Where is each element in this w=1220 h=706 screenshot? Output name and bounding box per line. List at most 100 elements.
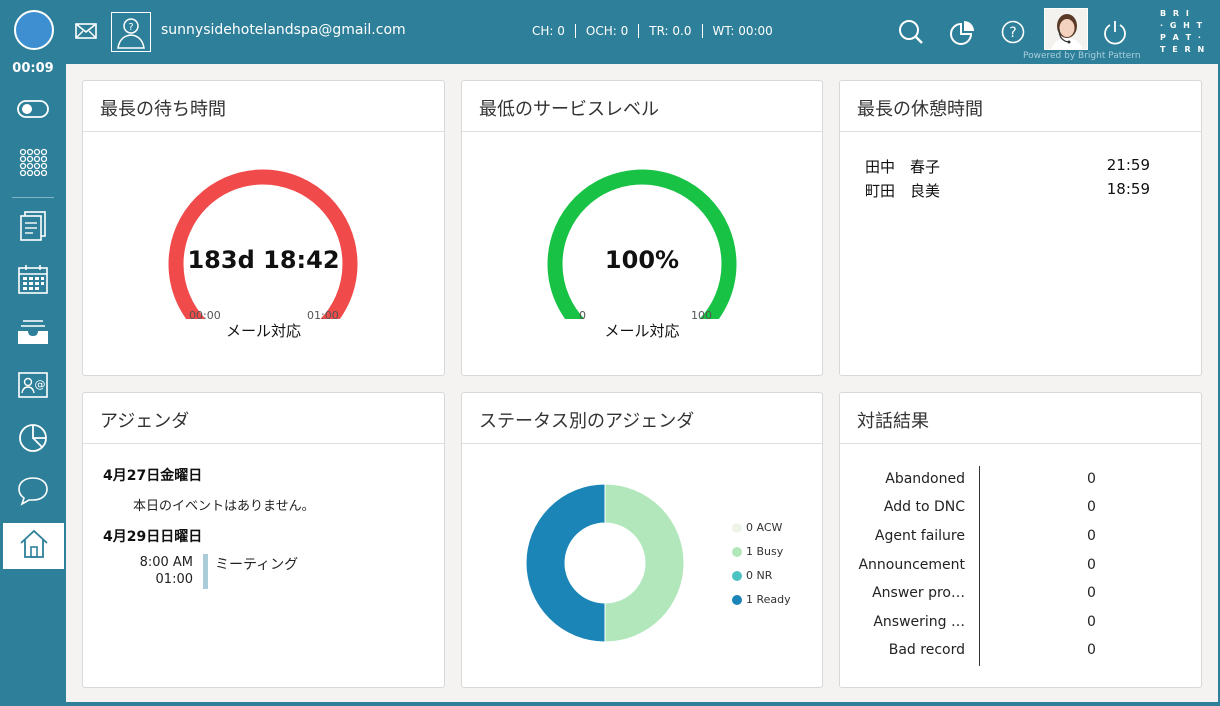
agent-avatar[interactable] [1044, 8, 1088, 50]
legend-label: 1 Ready [746, 593, 791, 606]
chat-icon [17, 476, 49, 510]
result-label: Answer pro… [872, 585, 965, 601]
agent-status-indicator[interactable] [14, 10, 54, 50]
agenda-date: 4月27日金曜日 [103, 468, 203, 484]
toggle-icon [17, 100, 49, 122]
queue-metrics: CH: 0 OCH: 0 TR: 0.0 WT: 00:00 [522, 24, 783, 38]
sidebar: 00:09 @ [0, 61, 66, 706]
legend-label: 0 NR [746, 569, 773, 582]
gauge-label: メール対応 [604, 322, 680, 340]
result-row: Answer pro… 0 [840, 585, 1200, 605]
sidebar-item-toggle[interactable] [0, 88, 66, 134]
metric-och: OCH: 0 [576, 24, 640, 38]
event-start-time: 8:00 AM [139, 555, 193, 570]
result-value: 0 [1087, 528, 1096, 544]
logo-line: · G H T [1160, 21, 1205, 30]
search-icon[interactable] [898, 19, 924, 45]
session-timer: 00:09 [12, 61, 54, 76]
window-frame [0, 702, 1220, 706]
calendar-icon [18, 264, 48, 298]
svg-text:@: @ [35, 378, 46, 391]
agenda-no-events: 本日のイベントはありません。 [133, 499, 315, 514]
result-label: Bad record [888, 642, 965, 658]
result-row: Add to DNC 0 [840, 499, 1200, 519]
contacts-icon: @ [18, 372, 48, 402]
agenda-panel: アジェンダ 4月27日金曜日 本日のイベントはありません。 4月29日日曜日 8… [82, 392, 445, 688]
results-panel: 対話結果 Abandoned 0 Add to DNC 0 Agent failur… [839, 392, 1202, 688]
status-agenda-panel: ステータス別のアジェンダ 0 ACW 1 Busy 0 NR 1 Ready [461, 392, 823, 688]
gauge-label: メール対応 [225, 322, 301, 340]
longest-break-panel: 最長の休憩時間 田中 春子 21:59 町田 良美 18:59 [839, 80, 1202, 376]
forms-icon [19, 211, 47, 245]
sidebar-item-forms[interactable] [0, 205, 66, 251]
reports-icon [18, 423, 48, 457]
sidebar-item-inbox[interactable] [0, 311, 66, 357]
inbox-icon [17, 319, 49, 349]
legend-item-busy: 1 Busy [732, 545, 783, 558]
sidebar-item-chat[interactable] [0, 470, 66, 516]
help-icon[interactable]: ? [1001, 20, 1025, 44]
unknown-user-icon[interactable]: ? [111, 12, 151, 52]
result-value: 0 [1087, 614, 1096, 630]
panel-title: 対話結果 [840, 393, 1201, 444]
legend-label: 1 Busy [746, 545, 784, 558]
service-gauge [547, 169, 737, 319]
home-icon [18, 529, 50, 563]
result-label: Announcement [858, 557, 965, 573]
mail-icon[interactable] [75, 22, 97, 40]
break-row: 町田 良美 18:59 [865, 180, 1150, 201]
result-value: 0 [1087, 499, 1096, 515]
gauge-value: 183d 18:42 [187, 246, 340, 274]
break-time: 18:59 [1106, 180, 1150, 198]
legend-swatch [732, 594, 742, 605]
result-row: Announcement 0 [840, 557, 1200, 577]
min-service-panel: 最低のサービスレベル 100% 0 100 メール対応 [461, 80, 823, 376]
result-label: Agent failure [874, 528, 965, 544]
event-duration: 01:00 [155, 572, 193, 587]
result-row: Answering … 0 [840, 614, 1200, 634]
result-row: Agent failure 0 [840, 528, 1200, 548]
svg-text:?: ? [1009, 25, 1016, 41]
metric-wt: WT: 00:00 [712, 24, 773, 38]
legend-item-acw: 0 ACW [732, 521, 782, 534]
dialpad-icon [19, 148, 48, 180]
panel-title: アジェンダ [83, 393, 444, 444]
event-marker [203, 554, 208, 589]
powered-by-text: Powered by Bright Pattern [1023, 51, 1141, 61]
sidebar-item-home[interactable] [3, 523, 64, 569]
result-value: 0 [1087, 642, 1096, 658]
result-value: 0 [1087, 557, 1096, 573]
agenda-date: 4月29日日曜日 [103, 529, 203, 545]
status-donut-chart [525, 483, 685, 643]
result-value: 0 [1087, 471, 1096, 487]
result-label: Add to DNC [883, 499, 965, 515]
result-row: Abandoned 0 [840, 471, 1200, 491]
sidebar-item-contacts[interactable]: @ [0, 364, 66, 410]
panel-title: ステータス別のアジェンダ [462, 393, 822, 444]
sidebar-item-calendar[interactable] [0, 258, 66, 304]
power-icon[interactable] [1102, 18, 1128, 46]
donut-slice-ready[interactable] [525, 483, 606, 643]
result-label: Answering … [873, 614, 965, 630]
sidebar-divider [12, 197, 54, 198]
longest-wait-panel: 最長の待ち時間 183d 18:42 00:00 01:00 メール対応 [82, 80, 445, 376]
account-email: sunnysidehotelandspa@gmail.com [161, 22, 406, 38]
panel-title: 最長の待ち時間 [83, 81, 444, 132]
pie-chart-icon[interactable] [949, 18, 975, 46]
result-row: Bad record 0 [840, 642, 1200, 662]
top-bar: ? sunnysidehotelandspa@gmail.com CH: 0 O… [0, 0, 1220, 64]
legend-swatch [732, 546, 742, 557]
donut-slice-busy[interactable] [604, 483, 685, 643]
legend-item-ready: 1 Ready [732, 593, 791, 606]
metric-ch: CH: 0 [522, 24, 576, 38]
sidebar-item-dialpad[interactable] [0, 141, 66, 187]
break-agent-name: 町田 良美 [865, 182, 941, 200]
legend-label: 0 ACW [746, 521, 783, 534]
logo-line: T E R N [1160, 45, 1207, 54]
wait-gauge [168, 169, 358, 319]
event-title[interactable]: ミーティング [215, 554, 298, 574]
panel-title: 最低のサービスレベル [462, 81, 822, 132]
sidebar-item-reports[interactable] [0, 417, 66, 463]
break-time: 21:59 [1106, 156, 1150, 174]
result-value: 0 [1087, 585, 1096, 601]
